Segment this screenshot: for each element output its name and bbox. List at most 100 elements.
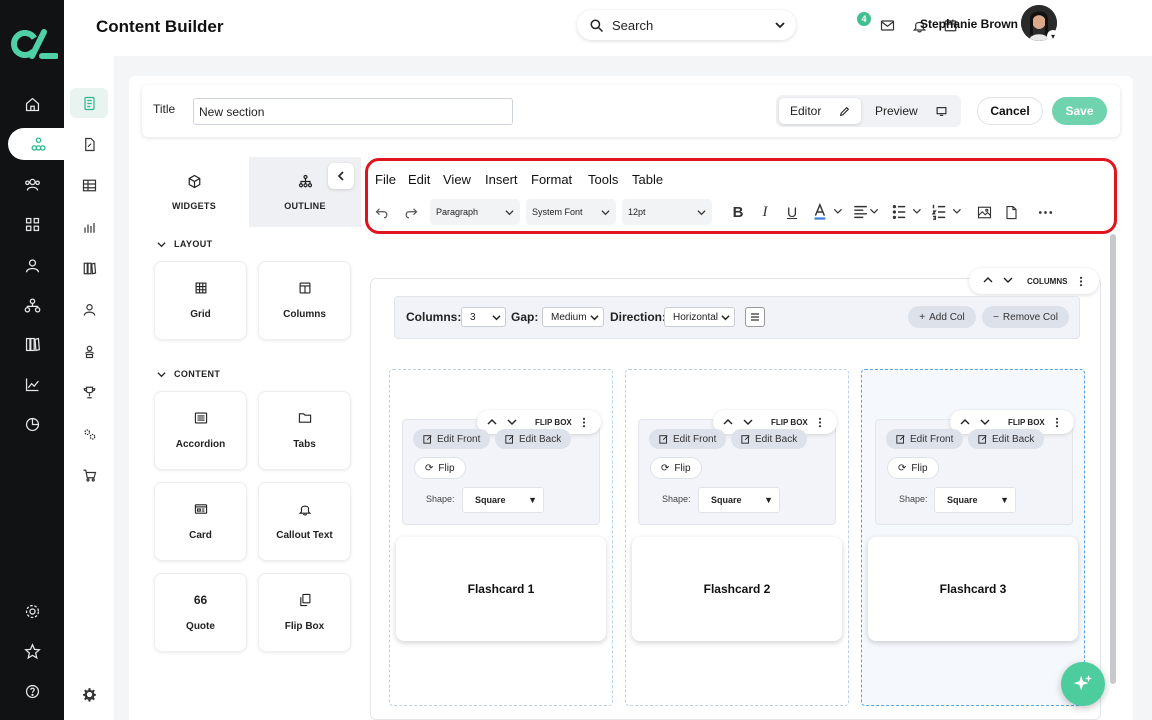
hierarchy-icon[interactable] xyxy=(14,290,50,320)
edit-back-button[interactable]: Edit Back xyxy=(731,429,808,449)
underline-icon[interactable]: U xyxy=(784,203,800,221)
gears-icon[interactable] xyxy=(70,419,108,449)
page-icon[interactable] xyxy=(1003,203,1019,221)
canvas-scrollbar[interactable] xyxy=(1110,234,1116,684)
ai-assistant-button[interactable] xyxy=(1061,662,1105,706)
font-family-select[interactable]: System Font xyxy=(526,199,616,225)
widget-quote[interactable]: 66 Quote xyxy=(154,573,247,652)
library-icon[interactable] xyxy=(14,329,50,359)
widget-flip-box[interactable]: Flip Box xyxy=(258,573,351,652)
edit-front-button[interactable]: Edit Front xyxy=(649,429,727,449)
user-badge-icon[interactable] xyxy=(70,336,108,366)
search-input[interactable]: Search xyxy=(577,10,796,40)
menu-view[interactable]: View xyxy=(443,172,471,187)
editor-tab[interactable]: Editor xyxy=(779,98,861,124)
settings-cog-icon[interactable] xyxy=(70,679,108,709)
preview-tab[interactable]: Preview xyxy=(875,98,955,124)
edit-back-button[interactable]: Edit Back xyxy=(495,429,572,449)
books-icon[interactable] xyxy=(70,253,108,283)
kebab-menu-icon[interactable] xyxy=(1055,417,1059,428)
edit-front-button[interactable]: Edit Front xyxy=(886,429,964,449)
text-color-icon[interactable] xyxy=(811,203,845,221)
move-up-icon[interactable] xyxy=(487,417,497,427)
widget-columns[interactable]: Columns xyxy=(258,261,351,340)
apps-grid-icon[interactable] xyxy=(14,209,50,239)
profile-icon[interactable] xyxy=(70,294,108,324)
content-section-header[interactable]: CONTENT xyxy=(157,369,220,379)
more-options-icon[interactable] xyxy=(1036,203,1054,221)
move-down-icon[interactable] xyxy=(507,417,517,427)
title-input[interactable] xyxy=(193,98,513,125)
bold-icon[interactable]: B xyxy=(730,203,746,221)
trend-icon[interactable] xyxy=(14,369,50,399)
image-icon[interactable] xyxy=(976,203,992,221)
move-up-icon[interactable] xyxy=(983,275,993,285)
flip-button[interactable]: ⟳ Flip xyxy=(650,457,702,479)
app-logo[interactable] xyxy=(8,24,58,62)
home-icon[interactable] xyxy=(14,89,50,119)
widget-card[interactable]: Card xyxy=(154,482,247,561)
shape-select[interactable]: Square ▼ xyxy=(462,487,544,513)
edit-back-button[interactable]: Edit Back xyxy=(968,429,1045,449)
edit-front-button[interactable]: Edit Front xyxy=(413,429,491,449)
redo-icon[interactable] xyxy=(402,203,418,221)
bullet-list-icon[interactable] xyxy=(890,203,924,221)
flashcard[interactable]: Flashcard 3 xyxy=(868,537,1078,641)
text-block-icon[interactable] xyxy=(745,307,765,327)
settings-icon[interactable] xyxy=(14,596,50,626)
flip-button[interactable]: ⟳ Flip xyxy=(887,457,939,479)
menu-table[interactable]: Table xyxy=(632,172,663,187)
users-icon[interactable] xyxy=(14,169,50,199)
user-name[interactable]: Stephanie Brown xyxy=(920,17,1018,31)
columns-count-select[interactable]: 3 xyxy=(461,307,506,327)
flip-button[interactable]: ⟳ Flip xyxy=(414,457,466,479)
shape-select[interactable]: Square ▼ xyxy=(698,487,780,513)
undo-icon[interactable] xyxy=(374,203,390,221)
numbered-list-icon[interactable] xyxy=(930,203,964,221)
direction-select[interactable]: Horizontal xyxy=(664,307,735,327)
widget-grid[interactable]: Grid xyxy=(154,261,247,340)
cancel-button[interactable]: Cancel xyxy=(977,97,1043,125)
avatar-chevron-icon[interactable]: ▾ xyxy=(1047,30,1059,42)
star-icon[interactable] xyxy=(14,636,50,666)
block-format-select[interactable]: Paragraph xyxy=(430,199,520,225)
collapse-sidebar-button[interactable] xyxy=(328,163,354,189)
italic-icon[interactable]: I xyxy=(757,203,773,221)
pie-chart-icon[interactable] xyxy=(14,409,50,439)
add-column-button[interactable]: + Add Col xyxy=(908,306,976,328)
flashcard[interactable]: Flashcard 1 xyxy=(396,537,606,641)
move-down-icon[interactable] xyxy=(743,417,753,427)
remove-column-button[interactable]: − Remove Col xyxy=(982,306,1069,328)
widget-accordion[interactable]: Accordion xyxy=(154,391,247,470)
cart-icon[interactable] xyxy=(70,460,108,490)
shape-select[interactable]: Square ▼ xyxy=(934,487,1016,513)
move-up-icon[interactable] xyxy=(960,417,970,427)
gap-select[interactable]: Medium xyxy=(542,307,604,327)
move-up-icon[interactable] xyxy=(723,417,733,427)
org-chart-icon[interactable] xyxy=(8,128,68,160)
kebab-menu-icon[interactable] xyxy=(818,417,822,428)
table-icon[interactable] xyxy=(70,170,108,200)
menu-format[interactable]: Format xyxy=(531,172,572,187)
document-edit-icon[interactable] xyxy=(70,129,108,159)
font-size-select[interactable]: 12pt xyxy=(622,199,712,225)
kebab-menu-icon[interactable] xyxy=(1079,276,1083,287)
menu-edit[interactable]: Edit xyxy=(408,172,430,187)
chevron-down-icon[interactable] xyxy=(774,19,786,31)
trophy-icon[interactable] xyxy=(70,377,108,407)
flashcard[interactable]: Flashcard 2 xyxy=(632,537,842,641)
widget-tabs[interactable]: Tabs xyxy=(258,391,351,470)
align-icon[interactable] xyxy=(851,203,881,221)
kebab-menu-icon[interactable] xyxy=(582,417,586,428)
mail-icon[interactable] xyxy=(878,16,896,34)
move-down-icon[interactable] xyxy=(1003,275,1013,285)
menu-insert[interactable]: Insert xyxy=(485,172,518,187)
widget-callout-text[interactable]: Callout Text xyxy=(258,482,351,561)
save-button[interactable]: Save xyxy=(1052,97,1107,125)
help-icon[interactable] xyxy=(14,676,50,706)
user-icon[interactable] xyxy=(14,250,50,280)
menu-file[interactable]: File xyxy=(375,172,396,187)
menu-tools[interactable]: Tools xyxy=(588,172,618,187)
content-builder-icon[interactable] xyxy=(70,88,108,118)
bar-chart-icon[interactable] xyxy=(70,212,108,242)
